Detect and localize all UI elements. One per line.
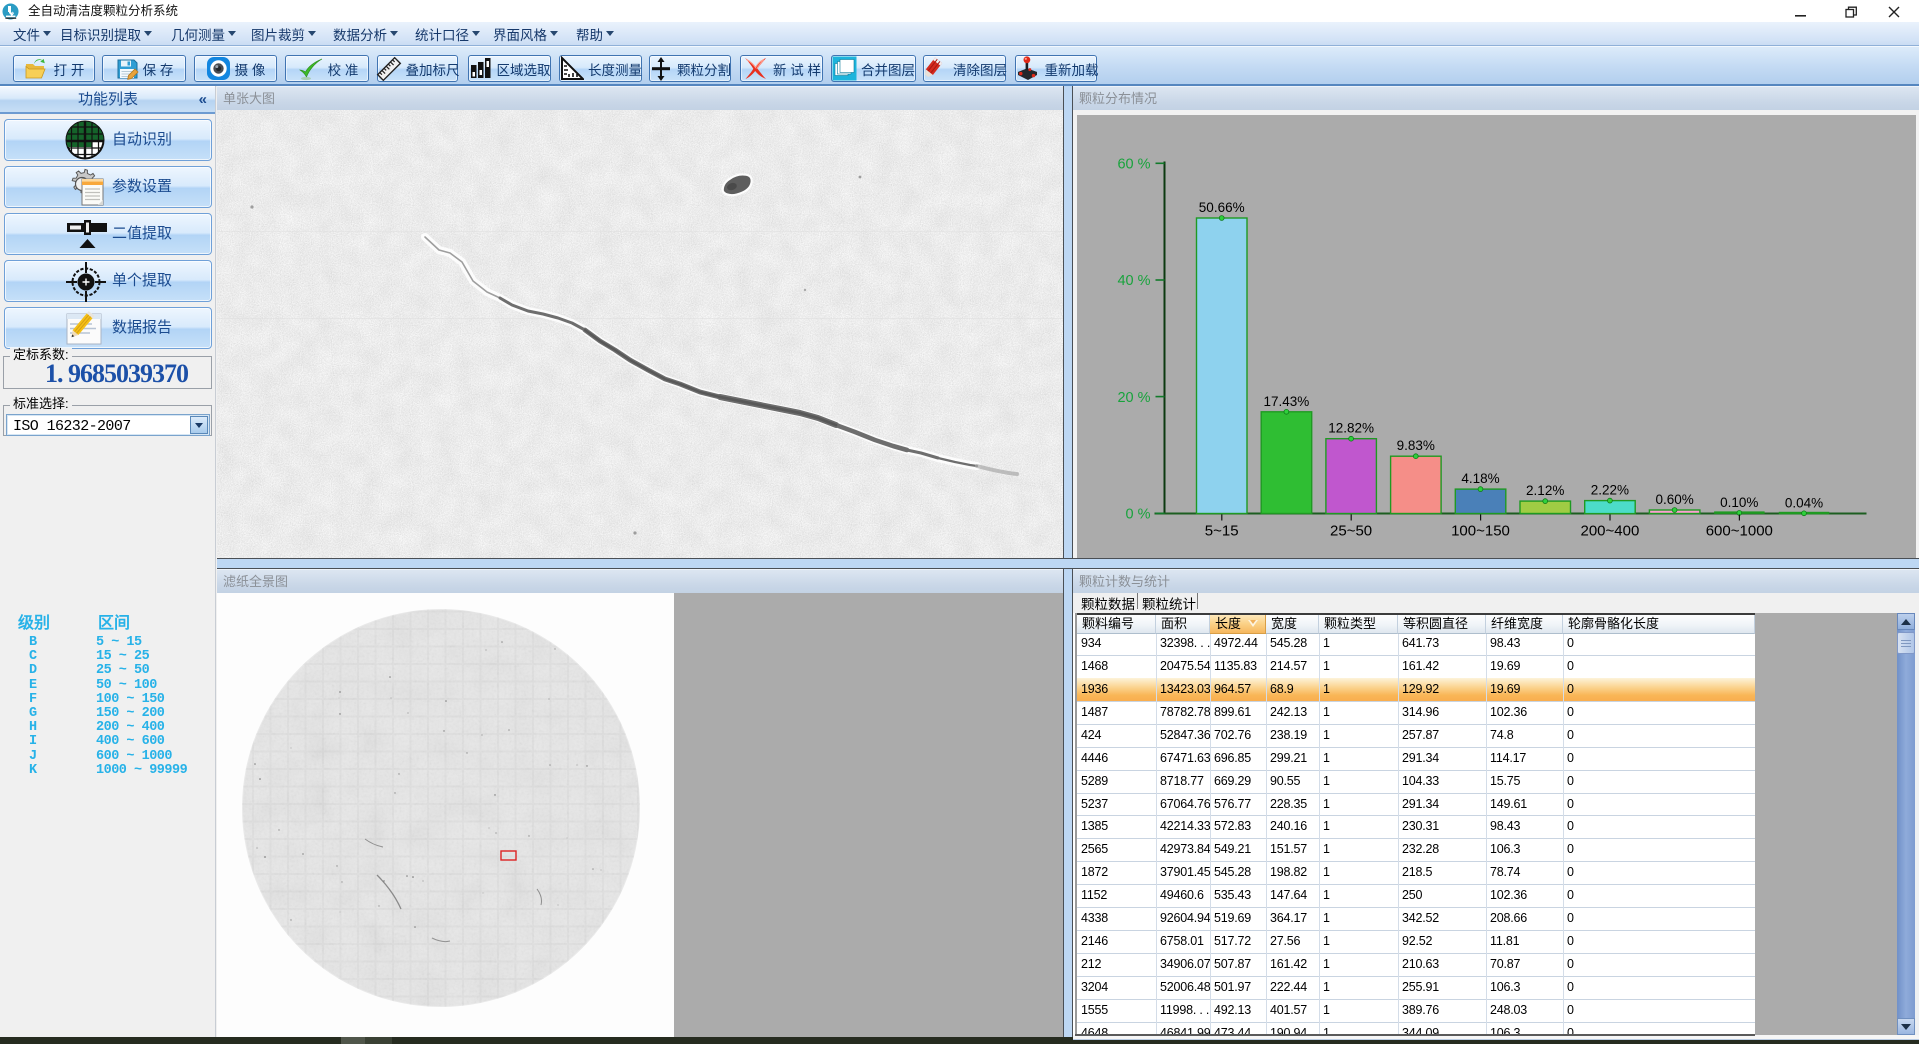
svg-text:50.66%: 50.66%	[1199, 200, 1245, 215]
svg-text:100~150: 100~150	[1451, 523, 1510, 540]
svg-text:60 %: 60 %	[1117, 157, 1150, 173]
svg-text:17.43%: 17.43%	[1264, 394, 1310, 409]
svg-text:4.18%: 4.18%	[1461, 471, 1499, 486]
svg-text:2.12%: 2.12%	[1526, 483, 1564, 498]
svg-text:0.60%: 0.60%	[1655, 492, 1693, 507]
svg-text:200~400: 200~400	[1580, 523, 1639, 540]
svg-text:5~15: 5~15	[1205, 523, 1239, 540]
svg-text:600~1000: 600~1000	[1706, 523, 1773, 540]
svg-text:12.82%: 12.82%	[1328, 421, 1374, 436]
svg-text:9.83%: 9.83%	[1397, 438, 1435, 453]
svg-text:2.22%: 2.22%	[1591, 483, 1629, 498]
svg-text:0.04%: 0.04%	[1785, 495, 1823, 510]
svg-text:0.10%: 0.10%	[1720, 495, 1758, 510]
svg-text:40 %: 40 %	[1117, 273, 1150, 289]
svg-text:20 %: 20 %	[1117, 390, 1150, 406]
svg-text:0 %: 0 %	[1126, 507, 1151, 523]
svg-text:25~50: 25~50	[1330, 523, 1372, 540]
